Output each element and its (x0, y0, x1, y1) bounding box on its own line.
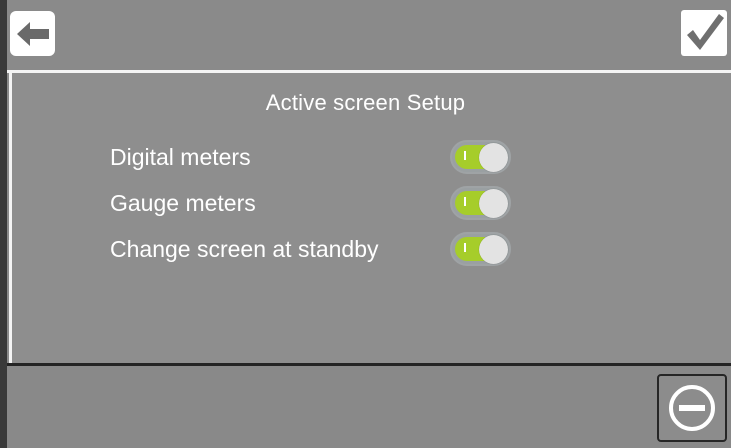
cancel-button[interactable] (657, 374, 727, 442)
back-button[interactable] (10, 11, 55, 56)
checkmark-icon (681, 10, 727, 56)
setting-row-digital-meters: Digital meters (110, 140, 530, 176)
setting-label: Gauge meters (110, 190, 256, 216)
screen-frame-left (0, 0, 7, 448)
gauge-meters-toggle[interactable] (450, 186, 511, 220)
confirm-button[interactable] (681, 10, 727, 56)
top-bar (7, 0, 731, 70)
screen: Active screen Setup Digital meters Gauge… (0, 0, 731, 448)
toggle-knob (479, 143, 508, 172)
minus-circle-icon (669, 385, 715, 431)
toggle-on-indicator (464, 197, 466, 206)
setting-label: Change screen at standby (110, 236, 379, 262)
setting-label: Digital meters (110, 144, 251, 170)
setting-row-change-screen-at-standby: Change screen at standby (110, 232, 530, 268)
digital-meters-toggle[interactable] (450, 140, 511, 174)
page-title: Active screen Setup (265, 90, 466, 115)
bottom-bar (7, 366, 731, 448)
toggle-on-indicator (464, 151, 466, 160)
toggle-on-indicator (464, 243, 466, 252)
setting-row-gauge-meters: Gauge meters (110, 186, 530, 222)
toggle-knob (479, 235, 508, 264)
arrow-left-icon (16, 21, 49, 46)
toggle-knob (479, 189, 508, 218)
change-screen-at-standby-toggle[interactable] (450, 232, 511, 266)
